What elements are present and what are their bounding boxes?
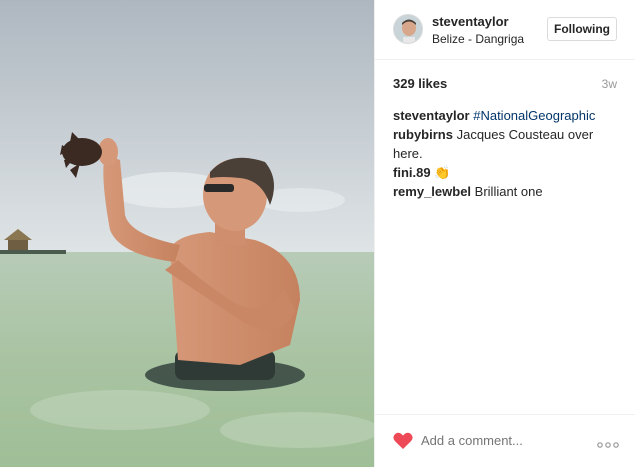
following-button[interactable]: Following [547, 17, 617, 41]
comments-list: steventaylor #NationalGeographic rubybir… [393, 106, 621, 201]
comment-item: remy_lewbel Brilliant one [393, 182, 621, 201]
comment-username[interactable]: fini.89 [393, 165, 431, 180]
add-comment-input[interactable] [421, 433, 571, 448]
instagram-post: steventaylor Belize - Dangriga Following… [0, 0, 635, 467]
more-options-icon[interactable] [597, 436, 619, 448]
post-photo[interactable] [0, 0, 374, 467]
post-time[interactable]: 3w [602, 77, 617, 91]
comment-text: 👏 [434, 165, 451, 180]
avatar[interactable] [393, 14, 423, 44]
beach-photo-illustration [0, 0, 374, 467]
heart-icon[interactable] [393, 432, 413, 450]
comment-item: fini.89 👏 [393, 163, 621, 182]
post-footer [375, 414, 635, 467]
post-sidebar: steventaylor Belize - Dangriga Following… [374, 0, 635, 467]
comment-item: steventaylor #NationalGeographic [393, 106, 621, 125]
post-username[interactable]: steventaylor [432, 14, 509, 29]
avatar-image [394, 15, 422, 43]
comment-username[interactable]: steventaylor [393, 108, 470, 123]
comment-item: rubybirns Jacques Cousteau over here. [393, 125, 621, 163]
post-location[interactable]: Belize - Dangriga [432, 32, 524, 46]
comment-text: Brilliant one [474, 184, 543, 199]
comment-username[interactable]: remy_lewbel [393, 184, 471, 199]
likes-count[interactable]: 329 likes [393, 76, 447, 91]
comment-username[interactable]: rubybirns [393, 127, 453, 142]
hashtag-link[interactable]: #NationalGeographic [473, 108, 595, 123]
post-header: steventaylor Belize - Dangriga Following [375, 0, 635, 60]
